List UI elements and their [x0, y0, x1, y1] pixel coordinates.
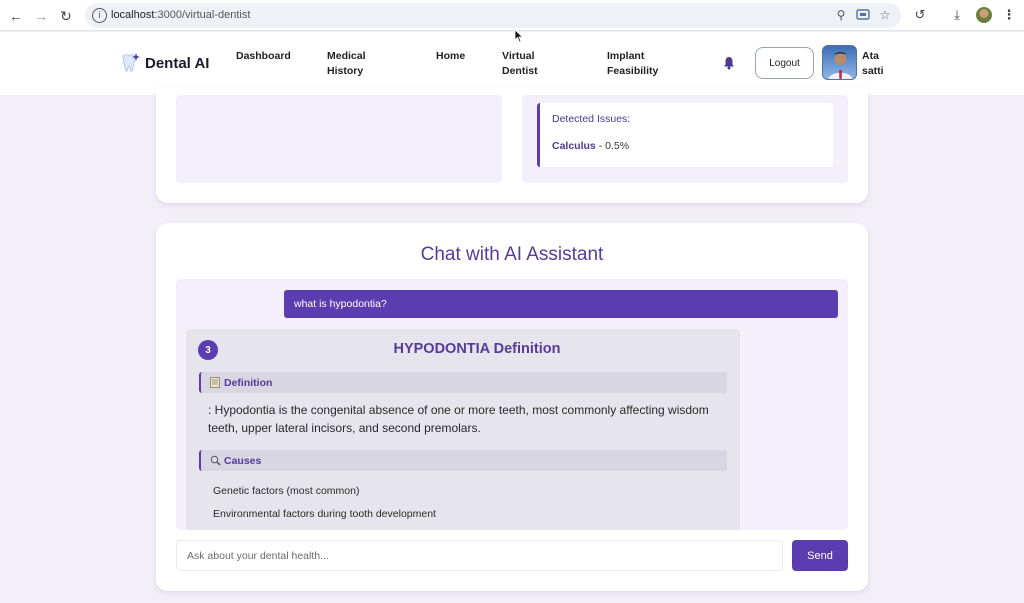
detected-issues-title: Detected Issues:: [552, 113, 631, 125]
cast-icon[interactable]: [855, 7, 871, 23]
reload-icon[interactable]: ↻: [56, 6, 76, 26]
nav-virtual-dentist-line2: Dentist: [502, 65, 538, 77]
site-info-icon[interactable]: i: [92, 8, 107, 23]
issue-name: Calculus: [552, 140, 596, 152]
avatar[interactable]: [822, 45, 857, 80]
nav-implant-feasibility[interactable]: Implant Feasibility: [607, 49, 658, 79]
definition-text: : Hypodontia is the congenital absence o…: [208, 403, 709, 435]
user-last-name: satti: [862, 65, 884, 77]
logo-text: Dental AI: [145, 54, 210, 72]
forward-icon[interactable]: →: [31, 6, 51, 26]
download-icon[interactable]: ⤓: [948, 6, 966, 24]
causes-section-header: Causes: [199, 450, 727, 471]
tooth-logo-icon: [122, 53, 140, 72]
history-icon[interactable]: ↺: [911, 6, 929, 24]
send-button[interactable]: Send: [792, 540, 848, 571]
detected-issues-box: Detected Issues: Calculus - 0.5%: [537, 103, 833, 167]
user-message: what is hypodontia?: [284, 290, 838, 318]
assistant-message: 3 HYPODONTIA Definition Definition : Hyp…: [186, 329, 740, 530]
chat-messages[interactable]: what is hypodontia? 3 HYPODONTIA Definit…: [176, 279, 848, 530]
issue-value: - 0.5%: [595, 140, 630, 152]
back-icon[interactable]: ←: [6, 6, 26, 26]
browser-toolbar: ← → ↻ i localhost:3000/virtual-dentist ⚲…: [0, 0, 1024, 31]
url-text[interactable]: localhost:3000/virtual-dentist: [111, 9, 250, 21]
logout-button[interactable]: Logout: [755, 47, 814, 79]
nav-home[interactable]: Home: [436, 49, 465, 64]
definition-label: Definition: [224, 376, 273, 389]
user-first-name: Ata: [862, 50, 879, 62]
address-bar[interactable]: i localhost:3000/virtual-dentist ⚲ ☆: [85, 3, 901, 28]
issue-item: Calculus - 0.5%: [552, 140, 629, 152]
nav-medical-history[interactable]: Medical History: [327, 49, 366, 79]
definition-section-header: Definition: [199, 372, 727, 393]
profile-icon[interactable]: [976, 7, 992, 23]
chat-input[interactable]: [176, 540, 783, 571]
bell-icon[interactable]: [722, 56, 736, 70]
assistant-heading: HYPODONTIA Definition: [393, 341, 561, 357]
cause-item: Environmental factors during tooth devel…: [213, 508, 436, 520]
chat-title: Chat with AI Assistant: [420, 244, 604, 265]
star-icon[interactable]: ☆: [877, 7, 893, 23]
cause-item: Genetic factors (most common): [213, 485, 360, 497]
nav-medical-history-line1: Medical: [327, 50, 366, 62]
causes-label: Causes: [224, 454, 262, 467]
magnifier-icon: [209, 455, 221, 467]
zoom-icon[interactable]: ⚲: [833, 7, 849, 23]
nav-dashboard[interactable]: Dashboard: [236, 49, 291, 64]
more-icon[interactable]: ⋮: [1000, 6, 1018, 24]
image-panel: [176, 95, 502, 183]
nav-implant-line1: Implant: [607, 50, 645, 62]
nav-medical-history-line2: History: [327, 65, 364, 77]
nav-virtual-dentist[interactable]: Virtual Dentist: [502, 49, 538, 79]
mouse-cursor-icon: [514, 29, 524, 43]
user-name[interactable]: Ata satti: [862, 49, 892, 79]
nav-virtual-dentist-line1: Virtual: [502, 50, 535, 62]
document-icon: [209, 377, 221, 389]
nav-implant-line2: Feasibility: [607, 65, 659, 77]
logo[interactable]: Dental AI: [119, 52, 209, 74]
